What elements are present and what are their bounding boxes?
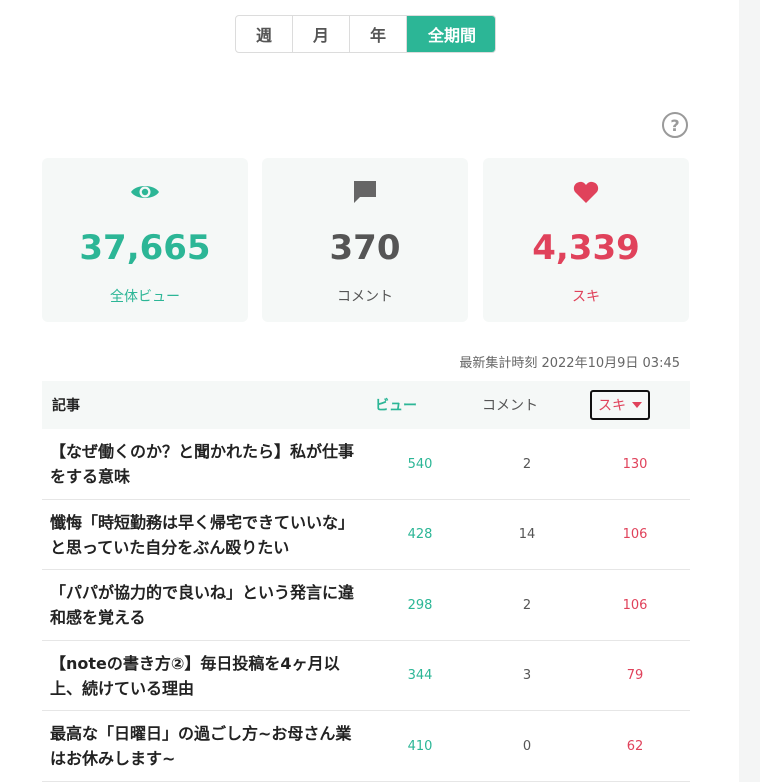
scrollbar-track xyxy=(739,0,760,782)
article-title[interactable]: 懺悔「時短勤務は早く帰宅できていいな」と思っていた自分をぶん殴りたい xyxy=(50,510,360,560)
table-row[interactable]: 懺悔「時短勤務は早く帰宅できていいな」と思っていた自分をぶん殴りたい 428 1… xyxy=(42,500,690,570)
article-title[interactable]: 「パパが協力的で良いね」という発言に違和感を覚える xyxy=(50,580,360,630)
row-comments: 14 xyxy=(518,527,536,542)
likes-total: 4,339 xyxy=(532,228,640,268)
tab-week[interactable]: 週 xyxy=(236,16,293,52)
stat-card-views: 37,665 全体ビュー xyxy=(42,158,248,322)
row-likes: 130 xyxy=(622,456,648,472)
row-likes: 79 xyxy=(626,668,644,683)
header-views[interactable]: ビュー xyxy=(375,381,417,429)
header-article: 記事 xyxy=(52,398,80,414)
comments-label: コメント xyxy=(337,289,393,305)
header-likes-sort[interactable]: スキ xyxy=(590,390,650,420)
table-row[interactable]: 【noteの書き方②】毎日投稿を4ヶ月以上、続けている理由 344 3 79 xyxy=(42,641,690,711)
table-row[interactable]: 最高な「日曜日」の過ごし方~お母さん業はお休みします~ 410 0 62 xyxy=(42,711,690,782)
row-comments: 2 xyxy=(522,597,532,613)
tab-month[interactable]: 月 xyxy=(293,16,350,52)
last-updated: 最新集計時刻 2022年10月9日 03:45 xyxy=(459,356,680,371)
article-title[interactable]: 【なぜ働くのか？と聞かれたら】私が仕事をする意味 xyxy=(50,439,360,489)
help-icon[interactable]: ? xyxy=(662,112,688,138)
article-stats-table: 記事 ビュー コメント スキ 【なぜ働くのか？と聞かれたら】私が仕事をする意味 … xyxy=(42,381,690,782)
row-comments: 3 xyxy=(522,668,532,683)
article-title[interactable]: 【noteの書き方②】毎日投稿を4ヶ月以上、続けている理由 xyxy=(50,651,360,701)
heart-icon xyxy=(573,178,599,206)
row-views: 410 xyxy=(407,738,433,754)
table-row[interactable]: 「パパが協力的で良いね」という発言に違和感を覚える 298 2 106 xyxy=(42,570,690,641)
row-views: 540 xyxy=(407,456,433,472)
header-comments[interactable]: コメント xyxy=(482,381,538,429)
comments-total: 370 xyxy=(329,228,401,268)
eye-icon xyxy=(130,178,160,206)
row-views: 344 xyxy=(407,668,433,683)
sort-desc-icon xyxy=(632,402,642,408)
table-row[interactable]: 【なぜ働くのか？と聞かれたら】私が仕事をする意味 540 2 130 xyxy=(42,429,690,500)
views-label: 全体ビュー xyxy=(110,289,180,305)
row-comments: 0 xyxy=(522,738,532,754)
row-likes: 106 xyxy=(622,527,648,542)
period-tabs: 週 月 年 全期間 xyxy=(235,15,496,53)
stat-card-likes: 4,339 スキ xyxy=(483,158,689,322)
row-views: 428 xyxy=(407,527,433,542)
row-comments: 2 xyxy=(522,456,532,472)
views-total: 37,665 xyxy=(79,228,211,268)
tab-all-time[interactable]: 全期間 xyxy=(407,16,495,52)
row-views: 298 xyxy=(407,597,433,613)
row-likes: 106 xyxy=(622,597,648,613)
likes-label: スキ xyxy=(572,289,600,305)
table-header: 記事 ビュー コメント スキ xyxy=(42,381,690,429)
header-likes-label: スキ xyxy=(598,398,626,414)
row-likes: 62 xyxy=(626,738,644,754)
comment-icon xyxy=(352,178,378,206)
article-title[interactable]: 最高な「日曜日」の過ごし方~お母さん業はお休みします~ xyxy=(50,721,360,771)
tab-year[interactable]: 年 xyxy=(350,16,407,52)
stat-card-comments: 370 コメント xyxy=(262,158,468,322)
